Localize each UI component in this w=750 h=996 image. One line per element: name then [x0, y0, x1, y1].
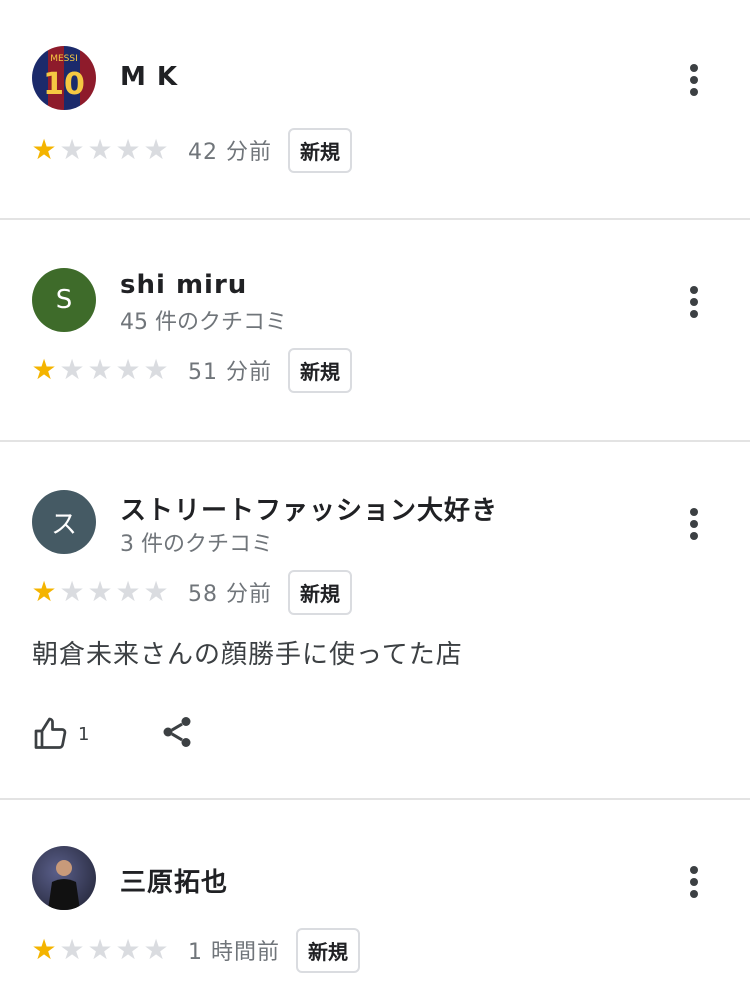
like-button[interactable]: 1: [32, 716, 89, 752]
review-text: 朝倉未来さんの顔勝手に使ってた店: [32, 640, 463, 670]
more-vert-icon[interactable]: [680, 282, 708, 322]
avatar[interactable]: S: [32, 268, 96, 332]
review-time: 51 分前: [188, 360, 272, 385]
avatar-letter: ス: [50, 509, 77, 540]
rating-row: ★ ★ ★ ★ ★ 58 分前 新規: [30, 569, 352, 615]
review-actions: 1: [32, 714, 195, 754]
star-icon: ★: [31, 133, 57, 166]
star-icon: ★: [143, 133, 169, 166]
avatar-photo-caption: MESSI: [50, 54, 78, 64]
avatar-photo: MESSI 10: [43, 54, 85, 102]
star-icon: ★: [31, 575, 57, 608]
star-rating: ★ ★ ★ ★ ★: [30, 136, 170, 164]
star-icon: ★: [87, 133, 113, 166]
new-badge: 新規: [288, 569, 352, 615]
star-icon: ★: [143, 933, 169, 966]
star-icon: ★: [143, 353, 169, 386]
rating-row: ★ ★ ★ ★ ★ 1 時間前 新規: [30, 927, 360, 973]
avatar-photo: [48, 860, 80, 910]
new-badge: 新規: [288, 347, 352, 393]
review-card: ス ストリートファッション大好き 3 件のクチコミ ★ ★ ★ ★ ★ 58 分前 新規…: [0, 442, 750, 800]
star-icon: ★: [87, 933, 113, 966]
review-card: 三原拓也 ★ ★ ★ ★ ★ 1 時間前 新規: [0, 800, 750, 996]
star-icon: ★: [31, 353, 57, 386]
star-icon: ★: [87, 353, 113, 386]
star-icon: ★: [115, 133, 141, 166]
star-icon: ★: [115, 353, 141, 386]
star-rating: ★ ★ ★ ★ ★: [30, 936, 170, 964]
review-card: MESSI 10 M K ★ ★ ★ ★ ★ 42 分前 新規: [0, 0, 750, 220]
rating-row: ★ ★ ★ ★ ★ 51 分前 新規: [30, 347, 352, 393]
avatar[interactable]: MESSI 10: [32, 46, 96, 110]
avatar-photo-number: 10: [43, 67, 85, 102]
star-rating: ★ ★ ★ ★ ★: [30, 578, 170, 606]
avatar[interactable]: [32, 846, 96, 910]
star-icon: ★: [59, 575, 85, 608]
star-icon: ★: [87, 575, 113, 608]
star-icon: ★: [31, 933, 57, 966]
avatar-letter: S: [55, 285, 73, 315]
reviewer-name[interactable]: ストリートファッション大好き: [120, 490, 498, 527]
new-badge: 新規: [296, 927, 360, 973]
star-icon: ★: [115, 575, 141, 608]
share-button[interactable]: [159, 714, 195, 754]
star-icon: ★: [59, 933, 85, 966]
share-icon: [163, 717, 191, 747]
avatar[interactable]: ス: [32, 490, 96, 554]
reviewer-name[interactable]: M K: [120, 62, 178, 92]
more-vert-icon[interactable]: [680, 60, 708, 100]
review-count: 3 件のクチコミ: [120, 532, 273, 557]
star-icon: ★: [59, 353, 85, 386]
review-count: 45 件のクチコミ: [120, 310, 287, 335]
star-icon: ★: [143, 575, 169, 608]
rating-row: ★ ★ ★ ★ ★ 42 分前 新規: [30, 127, 352, 173]
reviewer-name[interactable]: shi miru: [120, 270, 247, 300]
star-icon: ★: [115, 933, 141, 966]
thumb-up-icon: [34, 717, 67, 749]
new-badge: 新規: [288, 127, 352, 173]
like-count: 1: [78, 723, 90, 745]
more-vert-icon[interactable]: [680, 504, 708, 544]
review-card: S shi miru 45 件のクチコミ ★ ★ ★ ★ ★ 51 分前 新規: [0, 220, 750, 442]
star-rating: ★ ★ ★ ★ ★: [30, 356, 170, 384]
star-icon: ★: [59, 133, 85, 166]
more-vert-icon[interactable]: [680, 862, 708, 902]
reviewer-name[interactable]: 三原拓也: [120, 862, 228, 899]
review-time: 42 分前: [188, 140, 272, 165]
review-time: 58 分前: [188, 582, 272, 607]
review-time: 1 時間前: [188, 940, 280, 965]
